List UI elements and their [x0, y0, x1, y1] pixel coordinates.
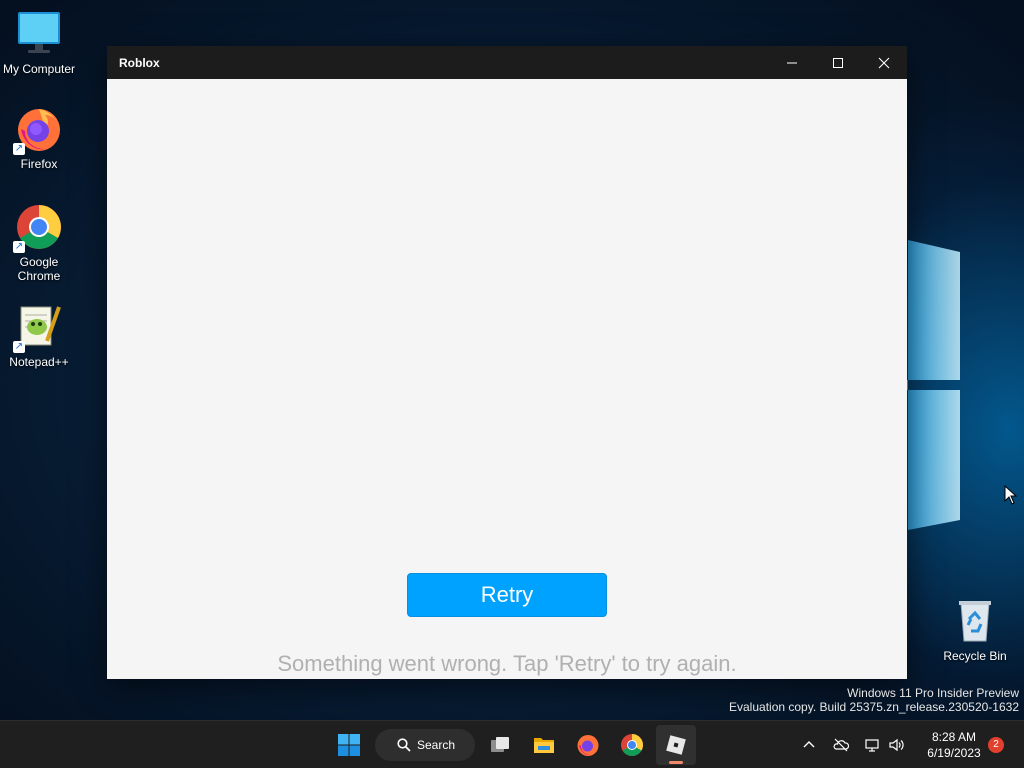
watermark-line-1: Windows 11 Pro Insider Preview: [847, 686, 1019, 700]
close-button[interactable]: [861, 46, 907, 79]
maximize-button[interactable]: [815, 46, 861, 79]
desktop-icon-label: Firefox: [20, 157, 58, 171]
close-icon: [878, 57, 890, 68]
search-label: Search: [417, 738, 456, 752]
windows-watermark: Windows 11 Pro Insider Preview Evaluatio…: [729, 686, 1019, 714]
taskbar-chrome[interactable]: [612, 725, 652, 765]
window-title: Roblox: [119, 55, 160, 70]
taskbar-clock[interactable]: 8:28 AM 6/19/2023: [914, 729, 994, 761]
desktop-icon-label: Google Chrome: [17, 255, 61, 283]
notepadpp-icon: ↗: [13, 303, 63, 353]
desktop-icon-label: My Computer: [2, 62, 76, 76]
taskbar: Search 8:28 AM 6/19/2023 2: [0, 720, 1024, 768]
desktop-icon-label: Recycle Bin: [943, 649, 1007, 663]
start-button[interactable]: [329, 725, 369, 765]
shortcut-arrow-icon: ↗: [13, 143, 25, 155]
active-app-indicator: [669, 761, 683, 764]
desktop-icon-my-computer[interactable]: My Computer: [0, 10, 79, 76]
recycle-bin-icon: [951, 597, 999, 645]
chrome-icon: [621, 734, 643, 756]
chevron-up-icon: [803, 741, 815, 748]
desktop-icon-recycle-bin[interactable]: Recycle Bin: [935, 597, 1015, 663]
taskbar-search[interactable]: Search: [375, 729, 475, 761]
notification-badge[interactable]: 2: [988, 737, 1004, 753]
roblox-window: Roblox Retry Something went wrong. Tap '…: [107, 46, 907, 679]
search-icon: [397, 738, 411, 752]
desktop-icon-label: Notepad++: [9, 355, 69, 369]
window-titlebar[interactable]: Roblox: [107, 46, 907, 79]
chrome-icon: ↗: [13, 203, 63, 253]
clock-date: 6/19/2023: [927, 746, 981, 760]
file-explorer-icon: [534, 738, 554, 753]
firefox-icon: ↗: [13, 105, 63, 155]
shortcut-arrow-icon: ↗: [13, 341, 25, 353]
clock-time: 8:28 AM: [931, 730, 977, 744]
error-message: Something went wrong. Tap 'Retry' to try…: [277, 651, 737, 676]
taskbar-roblox[interactable]: [656, 725, 696, 765]
taskbar-firefox[interactable]: [568, 725, 608, 765]
task-view-button[interactable]: [480, 725, 520, 765]
firefox-icon: [577, 735, 599, 756]
minimize-icon: [787, 62, 797, 63]
volume-tray-button[interactable]: [886, 735, 906, 755]
task-view-icon: [491, 737, 509, 752]
monitor-icon: [15, 10, 63, 58]
maximize-icon: [833, 57, 843, 68]
network-icon: [865, 739, 879, 752]
cloud-offline-icon: [833, 738, 849, 752]
mouse-cursor-icon: [1004, 485, 1018, 505]
shortcut-arrow-icon: ↗: [13, 241, 25, 253]
minimize-button[interactable]: [769, 46, 815, 79]
show-hidden-icons-button[interactable]: [799, 735, 819, 755]
retry-button[interactable]: Retry: [407, 573, 607, 617]
roblox-icon: [666, 735, 686, 755]
start-icon: [338, 734, 360, 756]
watermark-line-2: Evaluation copy. Build 25375.zn_release.…: [729, 700, 1019, 714]
onedrive-tray-button[interactable]: [831, 735, 851, 755]
desktop-icon-chrome[interactable]: ↗ Google Chrome: [0, 203, 79, 283]
volume-icon: [889, 738, 904, 752]
network-tray-button[interactable]: [862, 735, 882, 755]
taskbar-file-explorer[interactable]: [524, 725, 564, 765]
desktop-icon-notepadpp[interactable]: ↗ Notepad++: [0, 303, 79, 369]
desktop-icon-firefox[interactable]: ↗ Firefox: [0, 105, 79, 171]
